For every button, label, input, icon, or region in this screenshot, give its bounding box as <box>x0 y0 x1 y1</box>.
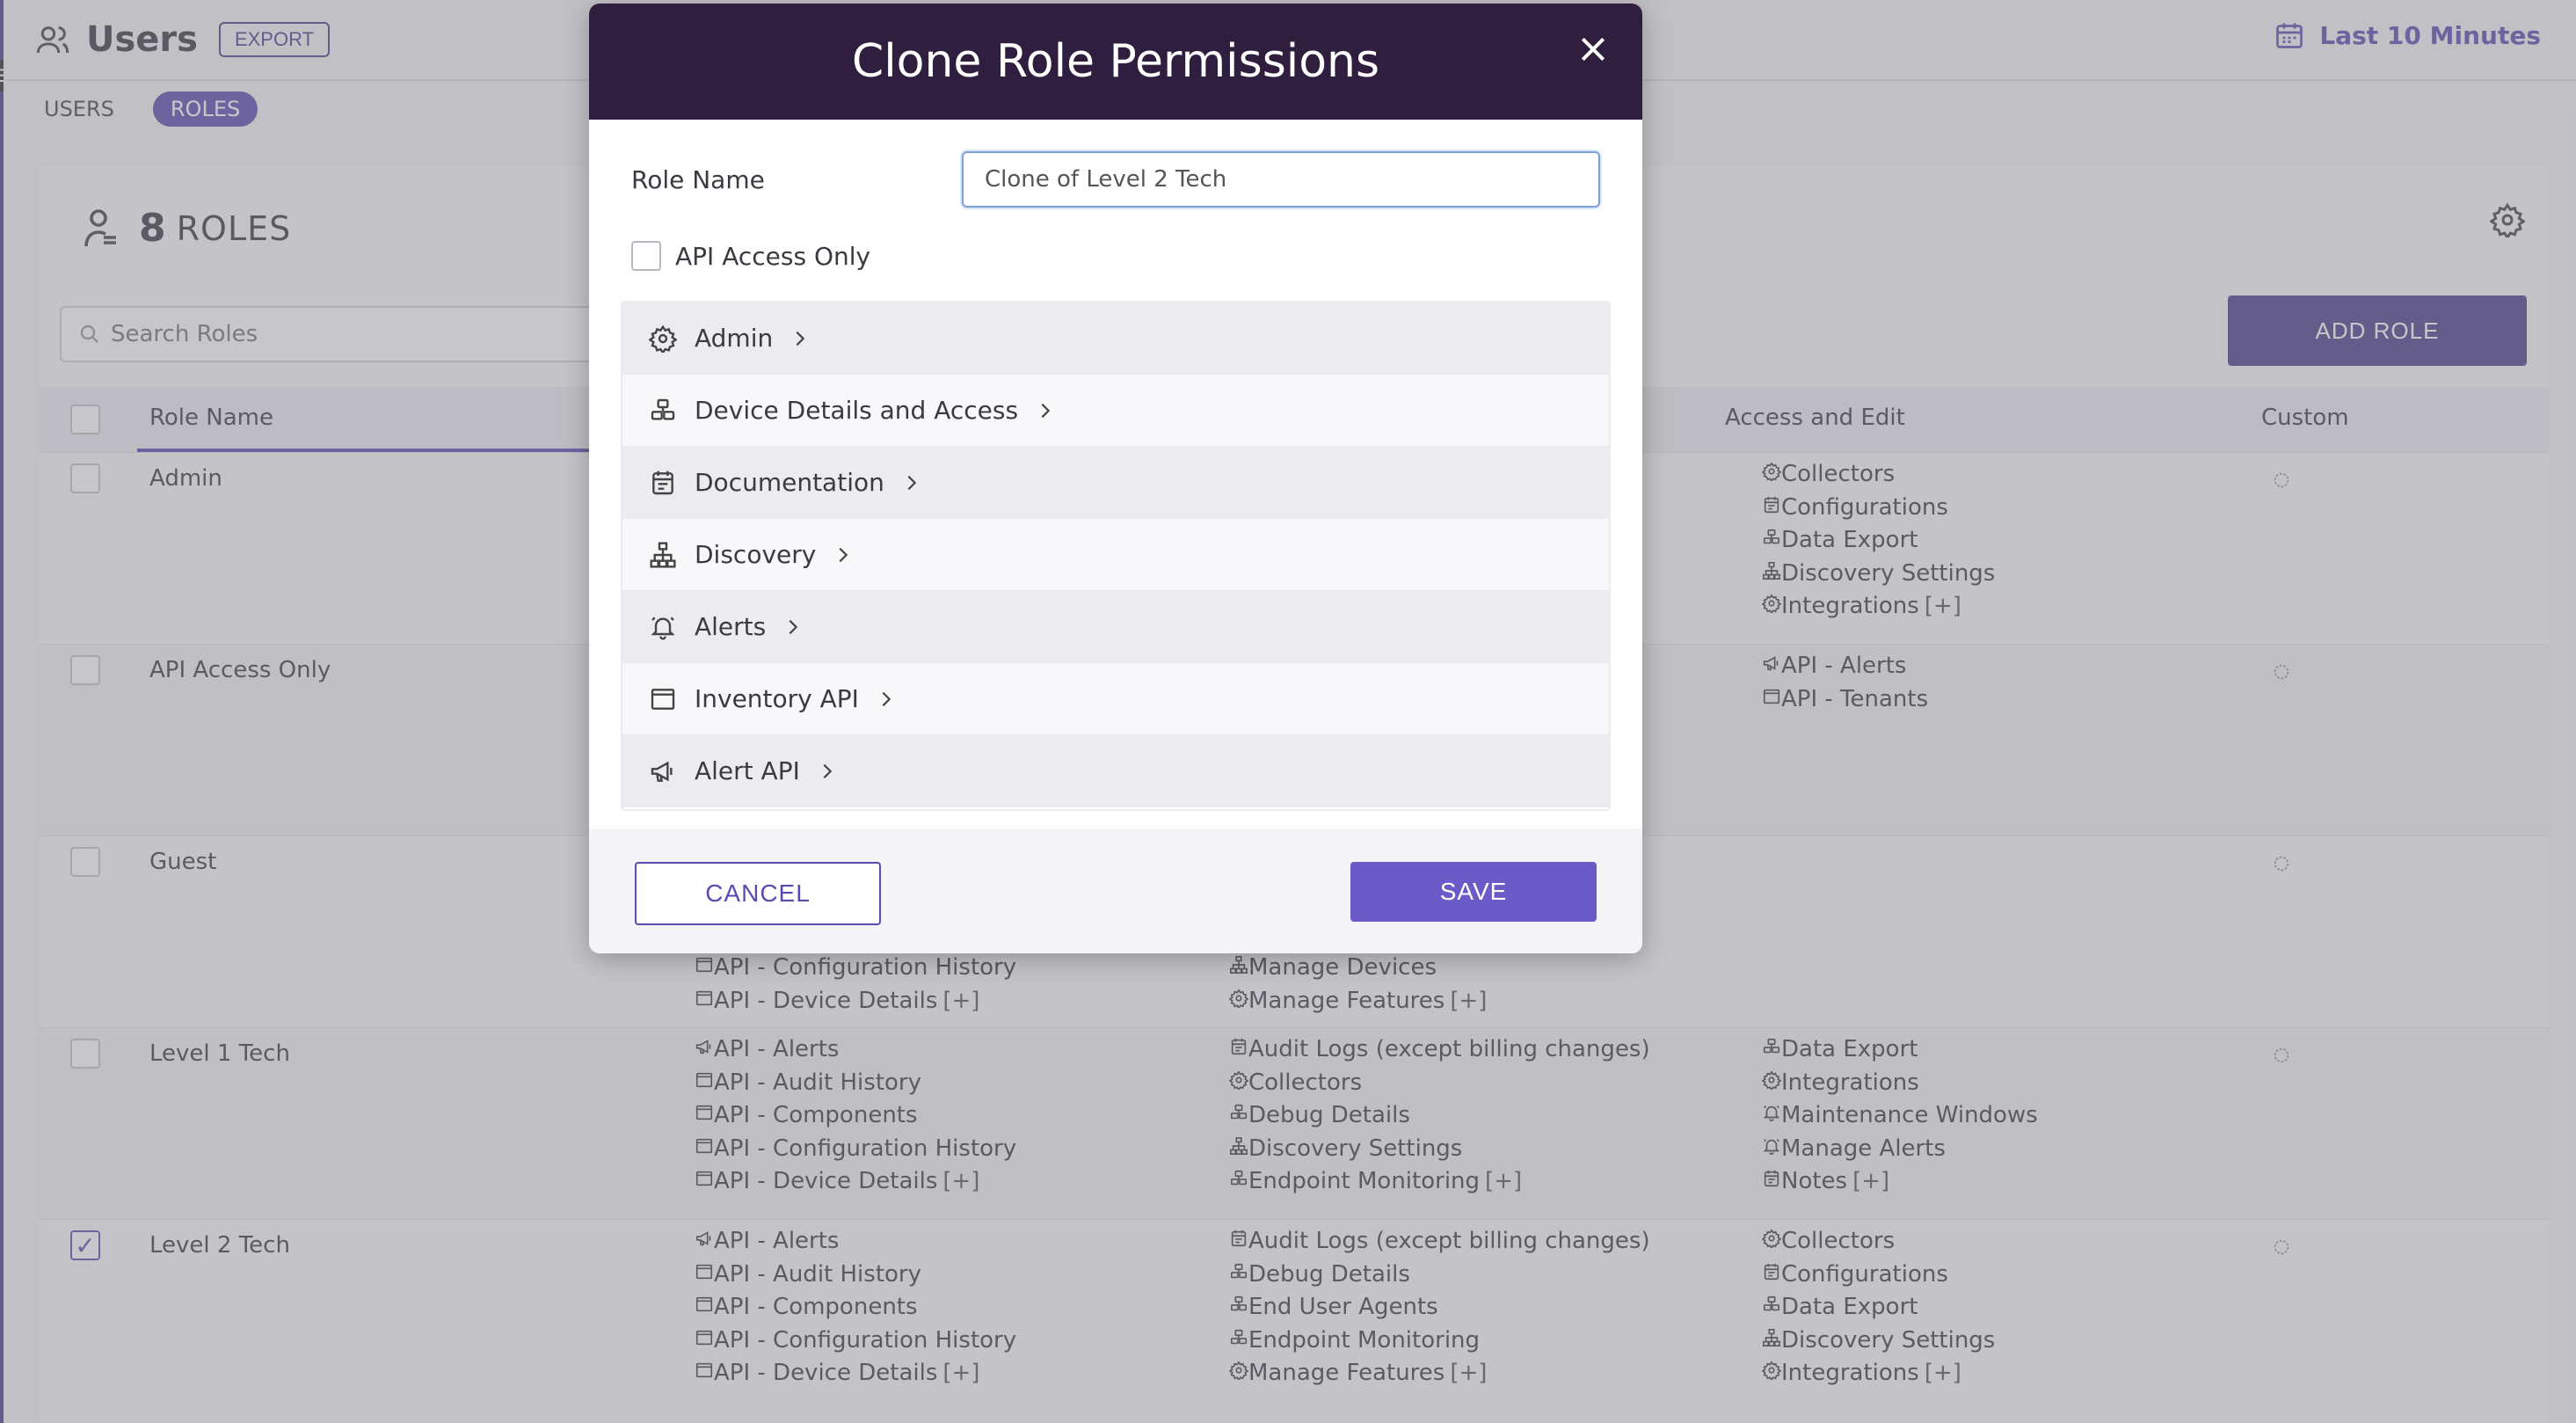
chevron-right-icon <box>882 691 891 706</box>
gear-icon <box>649 325 677 353</box>
document-icon <box>652 471 673 494</box>
api-access-only-label: API Access Only <box>675 241 871 271</box>
permission-group-admin[interactable]: Admin <box>622 303 1609 375</box>
role-name-row: Role Name <box>631 151 1600 208</box>
role-name-input[interactable] <box>962 151 1600 208</box>
permission-group-alert-api[interactable]: Alert API <box>622 735 1609 807</box>
chevron-right-icon <box>839 547 848 562</box>
chevron-right-icon <box>823 763 833 778</box>
chevron-right-icon <box>789 619 798 634</box>
window-icon <box>651 688 675 710</box>
permission-group-label: Inventory API <box>695 684 859 713</box>
cancel-button[interactable]: CANCEL <box>635 862 881 925</box>
modal-title: Clone Role Permissions <box>851 35 1380 88</box>
chevron-right-icon <box>796 331 805 346</box>
permission-group-label: Admin <box>695 324 774 353</box>
permission-groups-list: Admin Device Details and Access Documentat… <box>621 301 1611 811</box>
clone-role-modal: Clone Role Permissions Role Name API Acc… <box>589 4 1642 953</box>
chevron-right-icon <box>907 475 917 490</box>
permission-group-device-details-and-access[interactable]: Device Details and Access <box>622 375 1609 447</box>
permission-group-discovery[interactable]: Discovery <box>622 519 1609 591</box>
modal-footer: CANCEL SAVE <box>589 828 1642 953</box>
permission-group-label: Alert API <box>695 756 800 785</box>
api-access-only-option[interactable]: API Access Only <box>631 241 870 271</box>
permission-group-documentation[interactable]: Documentation <box>622 447 1609 519</box>
bell-icon <box>651 616 675 639</box>
permission-group-inventory-api[interactable]: Inventory API <box>622 663 1609 735</box>
network-icon <box>650 541 676 568</box>
permission-group-label: Discovery <box>695 540 817 569</box>
chevron-right-icon <box>1041 403 1051 418</box>
close-icon[interactable] <box>1575 32 1611 67</box>
api-access-only-checkbox[interactable] <box>631 241 661 271</box>
permission-group-label: Alerts <box>695 612 767 641</box>
megaphone-icon <box>651 761 673 782</box>
permission-group-alerts[interactable]: Alerts <box>622 591 1609 663</box>
permission-group-label: Device Details and Access <box>695 396 1019 425</box>
role-name-label: Role Name <box>631 164 765 194</box>
device-icon <box>651 398 675 420</box>
save-button[interactable]: SAVE <box>1350 862 1597 922</box>
permission-group-label: Documentation <box>695 468 884 497</box>
modal-header: Clone Role Permissions <box>589 4 1642 120</box>
